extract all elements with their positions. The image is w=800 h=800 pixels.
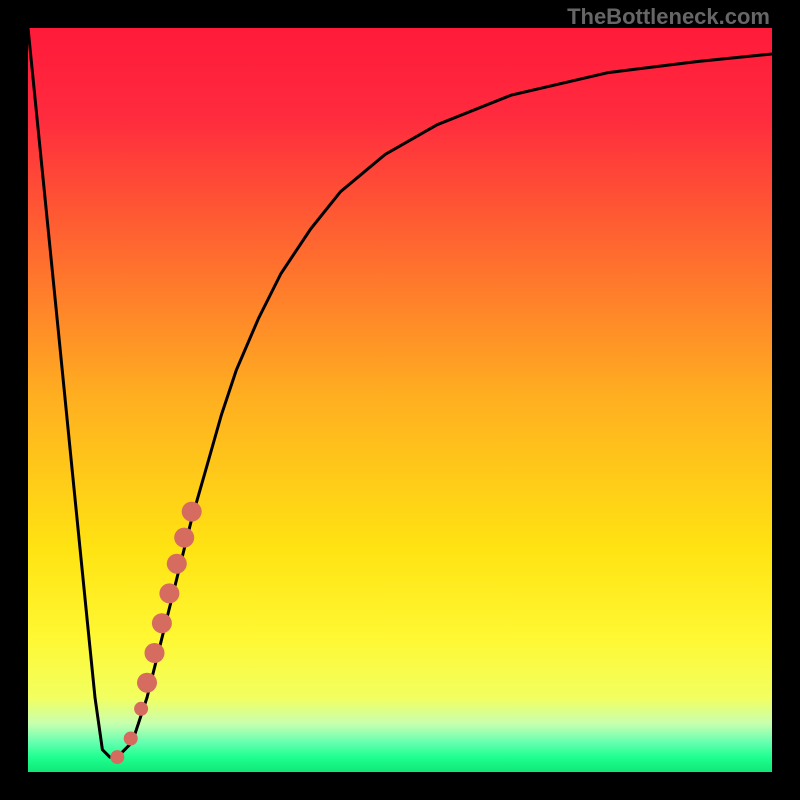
bottleneck-curve [28, 28, 772, 772]
data-marker [134, 702, 148, 716]
data-marker [137, 673, 157, 693]
data-marker [124, 732, 138, 746]
data-marker [174, 528, 194, 548]
data-marker [145, 643, 165, 663]
data-marker [152, 613, 172, 633]
chart-frame: TheBottleneck.com [0, 0, 800, 800]
data-marker [159, 583, 179, 603]
data-marker [110, 750, 124, 764]
plot-area [28, 28, 772, 772]
data-marker [182, 502, 202, 522]
data-marker [167, 554, 187, 574]
attribution-text: TheBottleneck.com [567, 4, 770, 30]
